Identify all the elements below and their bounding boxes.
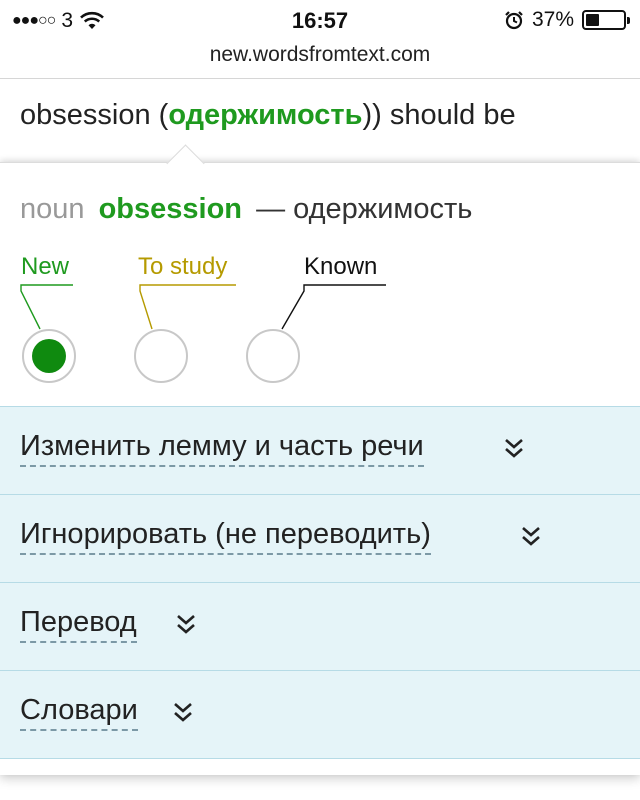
- chevron-double-down-icon[interactable]: [175, 613, 197, 637]
- word-popup: noun obsession — одержимость New To stud…: [0, 162, 640, 775]
- section-dictionaries[interactable]: Словари: [0, 670, 640, 758]
- part-of-speech: noun: [20, 193, 85, 225]
- article-line: obsession (одержимость)) should be: [20, 92, 620, 138]
- article-translation[interactable]: одержимость: [168, 99, 362, 131]
- battery-percent: 37%: [531, 8, 574, 31]
- status-label-new: New: [21, 253, 70, 280]
- radio-selected-dot: [32, 339, 66, 373]
- status-label-to-study: To study: [138, 253, 228, 280]
- chevron-double-down-icon[interactable]: [520, 525, 542, 549]
- headword: obsession: [98, 193, 243, 225]
- status-bar: ●●●○○ 3 16:57 37%: [0, 0, 640, 40]
- section-change-lemma[interactable]: Изменить лемму и часть речи: [0, 406, 640, 494]
- section-label[interactable]: Словари: [20, 693, 138, 731]
- section-label[interactable]: Игнорировать (не переводить): [20, 517, 431, 555]
- article-text-after: )) should be: [362, 99, 516, 131]
- section-label[interactable]: Перевод: [20, 605, 137, 643]
- section-translation[interactable]: Перевод: [0, 582, 640, 670]
- url-bar[interactable]: new.wordsfromtext.com: [0, 40, 640, 78]
- status-radio-new[interactable]: [22, 329, 76, 383]
- chevron-double-down-icon[interactable]: [503, 437, 525, 461]
- header-divider: [0, 78, 640, 79]
- status-radio-to-study[interactable]: [134, 329, 188, 383]
- status-radio-known[interactable]: [246, 329, 300, 383]
- headword-translation: — одержимость: [256, 193, 473, 225]
- battery-fill: [586, 14, 599, 26]
- section-ignore[interactable]: Игнорировать (не переводить): [0, 494, 640, 582]
- popup-header: noun obsession — одержимость: [20, 193, 472, 226]
- popup-bottom-divider: [0, 758, 640, 759]
- status-right: 37%: [504, 8, 630, 32]
- status-label-known: Known: [304, 253, 378, 280]
- chevron-double-down-icon[interactable]: [172, 701, 194, 725]
- section-label[interactable]: Изменить лемму и часть речи: [20, 429, 424, 467]
- battery-icon: [582, 10, 630, 30]
- article-text-before: obsession (: [20, 99, 169, 131]
- alarm-icon: [505, 11, 523, 30]
